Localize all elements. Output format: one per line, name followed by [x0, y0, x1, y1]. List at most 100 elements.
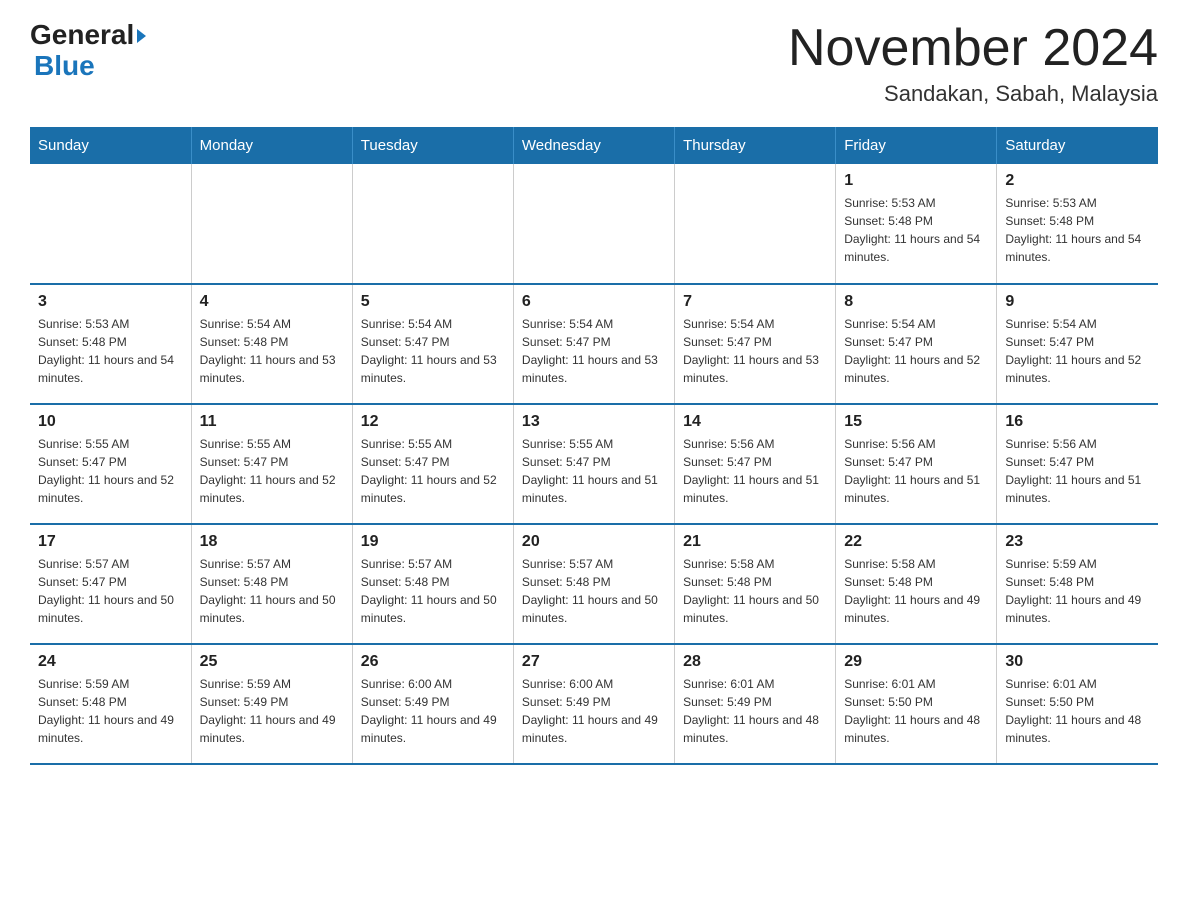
table-row: 20Sunrise: 5:57 AMSunset: 5:48 PMDayligh… — [513, 524, 674, 644]
sun-info: Sunrise: 6:00 AMSunset: 5:49 PMDaylight:… — [522, 675, 666, 747]
day-number: 8 — [844, 293, 988, 311]
day-number: 12 — [361, 413, 505, 431]
day-number: 14 — [683, 413, 827, 431]
sun-info: Sunrise: 5:54 AMSunset: 5:47 PMDaylight:… — [1005, 315, 1150, 387]
sun-info: Sunrise: 6:01 AMSunset: 5:49 PMDaylight:… — [683, 675, 827, 747]
header-friday: Friday — [836, 127, 997, 164]
table-row: 14 Sunrise: 5:56 AMSunset: 5:47 PMDayligh… — [675, 404, 836, 524]
header-wednesday: Wednesday — [513, 127, 674, 164]
table-row — [30, 164, 191, 284]
sun-info: Sunrise: 6:01 AMSunset: 5:50 PMDaylight:… — [1005, 675, 1150, 747]
sun-info: Sunrise: 5:54 AMSunset: 5:47 PMDaylight:… — [844, 315, 988, 387]
day-number: 18 — [200, 533, 344, 551]
sun-info: Sunrise: 6:01 AMSunset: 5:50 PMDaylight:… — [844, 675, 988, 747]
day-number: 21 — [683, 533, 827, 551]
location-title: Sandakan, Sabah, Malaysia — [788, 81, 1158, 107]
calendar-row: 10 Sunrise: 5:55 AMSunset: 5:47 PMDayligh… — [30, 404, 1158, 524]
day-number: 25 — [200, 653, 344, 671]
sun-info: Sunrise: 5:59 AMSunset: 5:48 PMDaylight:… — [1005, 555, 1150, 627]
table-row: 10 Sunrise: 5:55 AMSunset: 5:47 PMDayligh… — [30, 404, 191, 524]
calendar-row: 3Sunrise: 5:53 AMSunset: 5:48 PMDaylight… — [30, 284, 1158, 404]
calendar-table: Sunday Monday Tuesday Wednesday Thursday… — [30, 127, 1158, 765]
page-header: General Blue November 2024 Sandakan, Sab… — [30, 20, 1158, 107]
header-saturday: Saturday — [997, 127, 1158, 164]
table-row: 30 Sunrise: 6:01 AMSunset: 5:50 PMDayligh… — [997, 644, 1158, 764]
sun-info: Sunrise: 5:56 AMSunset: 5:47 PMDaylight:… — [1005, 435, 1150, 507]
day-number: 2 — [1005, 172, 1150, 190]
day-number: 10 — [38, 413, 183, 431]
day-number: 9 — [1005, 293, 1150, 311]
sun-info: Sunrise: 5:58 AMSunset: 5:48 PMDaylight:… — [844, 555, 988, 627]
table-row: 5Sunrise: 5:54 AMSunset: 5:47 PMDaylight… — [352, 284, 513, 404]
day-number: 28 — [683, 653, 827, 671]
calendar-row: 1Sunrise: 5:53 AMSunset: 5:48 PMDaylight… — [30, 164, 1158, 284]
sun-info: Sunrise: 5:59 AMSunset: 5:49 PMDaylight:… — [200, 675, 344, 747]
day-number: 3 — [38, 293, 183, 311]
day-number: 27 — [522, 653, 666, 671]
day-number: 4 — [200, 293, 344, 311]
table-row: 7 Sunrise: 5:54 AMSunset: 5:47 PMDaylight… — [675, 284, 836, 404]
table-row: 26 Sunrise: 6:00 AMSunset: 5:49 PMDayligh… — [352, 644, 513, 764]
sun-info: Sunrise: 5:54 AMSunset: 5:48 PMDaylight:… — [200, 315, 344, 387]
table-row: 27 Sunrise: 6:00 AMSunset: 5:49 PMDayligh… — [513, 644, 674, 764]
table-row: 24Sunrise: 5:59 AMSunset: 5:48 PMDayligh… — [30, 644, 191, 764]
table-row: 3Sunrise: 5:53 AMSunset: 5:48 PMDaylight… — [30, 284, 191, 404]
calendar-row: 17Sunrise: 5:57 AMSunset: 5:47 PMDayligh… — [30, 524, 1158, 644]
sun-info: Sunrise: 5:53 AMSunset: 5:48 PMDaylight:… — [844, 194, 988, 266]
sun-info: Sunrise: 5:57 AMSunset: 5:48 PMDaylight:… — [200, 555, 344, 627]
table-row: 21 Sunrise: 5:58 AMSunset: 5:48 PMDayligh… — [675, 524, 836, 644]
header-thursday: Thursday — [675, 127, 836, 164]
calendar-row: 24Sunrise: 5:59 AMSunset: 5:48 PMDayligh… — [30, 644, 1158, 764]
table-row: 23Sunrise: 5:59 AMSunset: 5:48 PMDayligh… — [997, 524, 1158, 644]
weekday-header-row: Sunday Monday Tuesday Wednesday Thursday… — [30, 127, 1158, 164]
sun-info: Sunrise: 5:55 AMSunset: 5:47 PMDaylight:… — [38, 435, 183, 507]
table-row: 18 Sunrise: 5:57 AMSunset: 5:48 PMDayligh… — [191, 524, 352, 644]
sun-info: Sunrise: 5:57 AMSunset: 5:48 PMDaylight:… — [361, 555, 505, 627]
day-number: 6 — [522, 293, 666, 311]
table-row — [675, 164, 836, 284]
table-row — [352, 164, 513, 284]
table-row: 19 Sunrise: 5:57 AMSunset: 5:48 PMDayligh… — [352, 524, 513, 644]
sun-info: Sunrise: 5:56 AMSunset: 5:47 PMDaylight:… — [683, 435, 827, 507]
sun-info: Sunrise: 5:55 AMSunset: 5:47 PMDaylight:… — [522, 435, 666, 507]
table-row: 13Sunrise: 5:55 AMSunset: 5:47 PMDayligh… — [513, 404, 674, 524]
table-row: 12 Sunrise: 5:55 AMSunset: 5:47 PMDayligh… — [352, 404, 513, 524]
day-number: 20 — [522, 533, 666, 551]
day-number: 17 — [38, 533, 183, 551]
day-number: 16 — [1005, 413, 1150, 431]
sun-info: Sunrise: 5:55 AMSunset: 5:47 PMDaylight:… — [361, 435, 505, 507]
header-tuesday: Tuesday — [352, 127, 513, 164]
sun-info: Sunrise: 5:59 AMSunset: 5:48 PMDaylight:… — [38, 675, 183, 747]
month-title: November 2024 — [788, 20, 1158, 77]
table-row: 29 Sunrise: 6:01 AMSunset: 5:50 PMDayligh… — [836, 644, 997, 764]
day-number: 11 — [200, 413, 344, 431]
sun-info: Sunrise: 6:00 AMSunset: 5:49 PMDaylight:… — [361, 675, 505, 747]
table-row: 22 Sunrise: 5:58 AMSunset: 5:48 PMDayligh… — [836, 524, 997, 644]
day-number: 29 — [844, 653, 988, 671]
table-row: 9 Sunrise: 5:54 AMSunset: 5:47 PMDaylight… — [997, 284, 1158, 404]
table-row: 11Sunrise: 5:55 AMSunset: 5:47 PMDayligh… — [191, 404, 352, 524]
day-number: 7 — [683, 293, 827, 311]
table-row: 6 Sunrise: 5:54 AMSunset: 5:47 PMDaylight… — [513, 284, 674, 404]
sun-info: Sunrise: 5:53 AMSunset: 5:48 PMDaylight:… — [1005, 194, 1150, 266]
table-row: 4 Sunrise: 5:54 AMSunset: 5:48 PMDaylight… — [191, 284, 352, 404]
logo: General Blue — [30, 20, 146, 82]
table-row: 16 Sunrise: 5:56 AMSunset: 5:47 PMDayligh… — [997, 404, 1158, 524]
day-number: 15 — [844, 413, 988, 431]
logo-arrow-icon — [137, 29, 146, 43]
day-number: 30 — [1005, 653, 1150, 671]
table-row: 15Sunrise: 5:56 AMSunset: 5:47 PMDayligh… — [836, 404, 997, 524]
table-row: 8 Sunrise: 5:54 AMSunset: 5:47 PMDaylight… — [836, 284, 997, 404]
day-number: 22 — [844, 533, 988, 551]
table-row — [191, 164, 352, 284]
sun-info: Sunrise: 5:54 AMSunset: 5:47 PMDaylight:… — [361, 315, 505, 387]
logo-blue-text: Blue — [30, 51, 146, 82]
day-number: 19 — [361, 533, 505, 551]
day-number: 26 — [361, 653, 505, 671]
table-row: 1Sunrise: 5:53 AMSunset: 5:48 PMDaylight… — [836, 164, 997, 284]
sun-info: Sunrise: 5:54 AMSunset: 5:47 PMDaylight:… — [683, 315, 827, 387]
table-row: 28 Sunrise: 6:01 AMSunset: 5:49 PMDayligh… — [675, 644, 836, 764]
sun-info: Sunrise: 5:54 AMSunset: 5:47 PMDaylight:… — [522, 315, 666, 387]
sun-info: Sunrise: 5:58 AMSunset: 5:48 PMDaylight:… — [683, 555, 827, 627]
table-row: 2 Sunrise: 5:53 AMSunset: 5:48 PMDaylight… — [997, 164, 1158, 284]
